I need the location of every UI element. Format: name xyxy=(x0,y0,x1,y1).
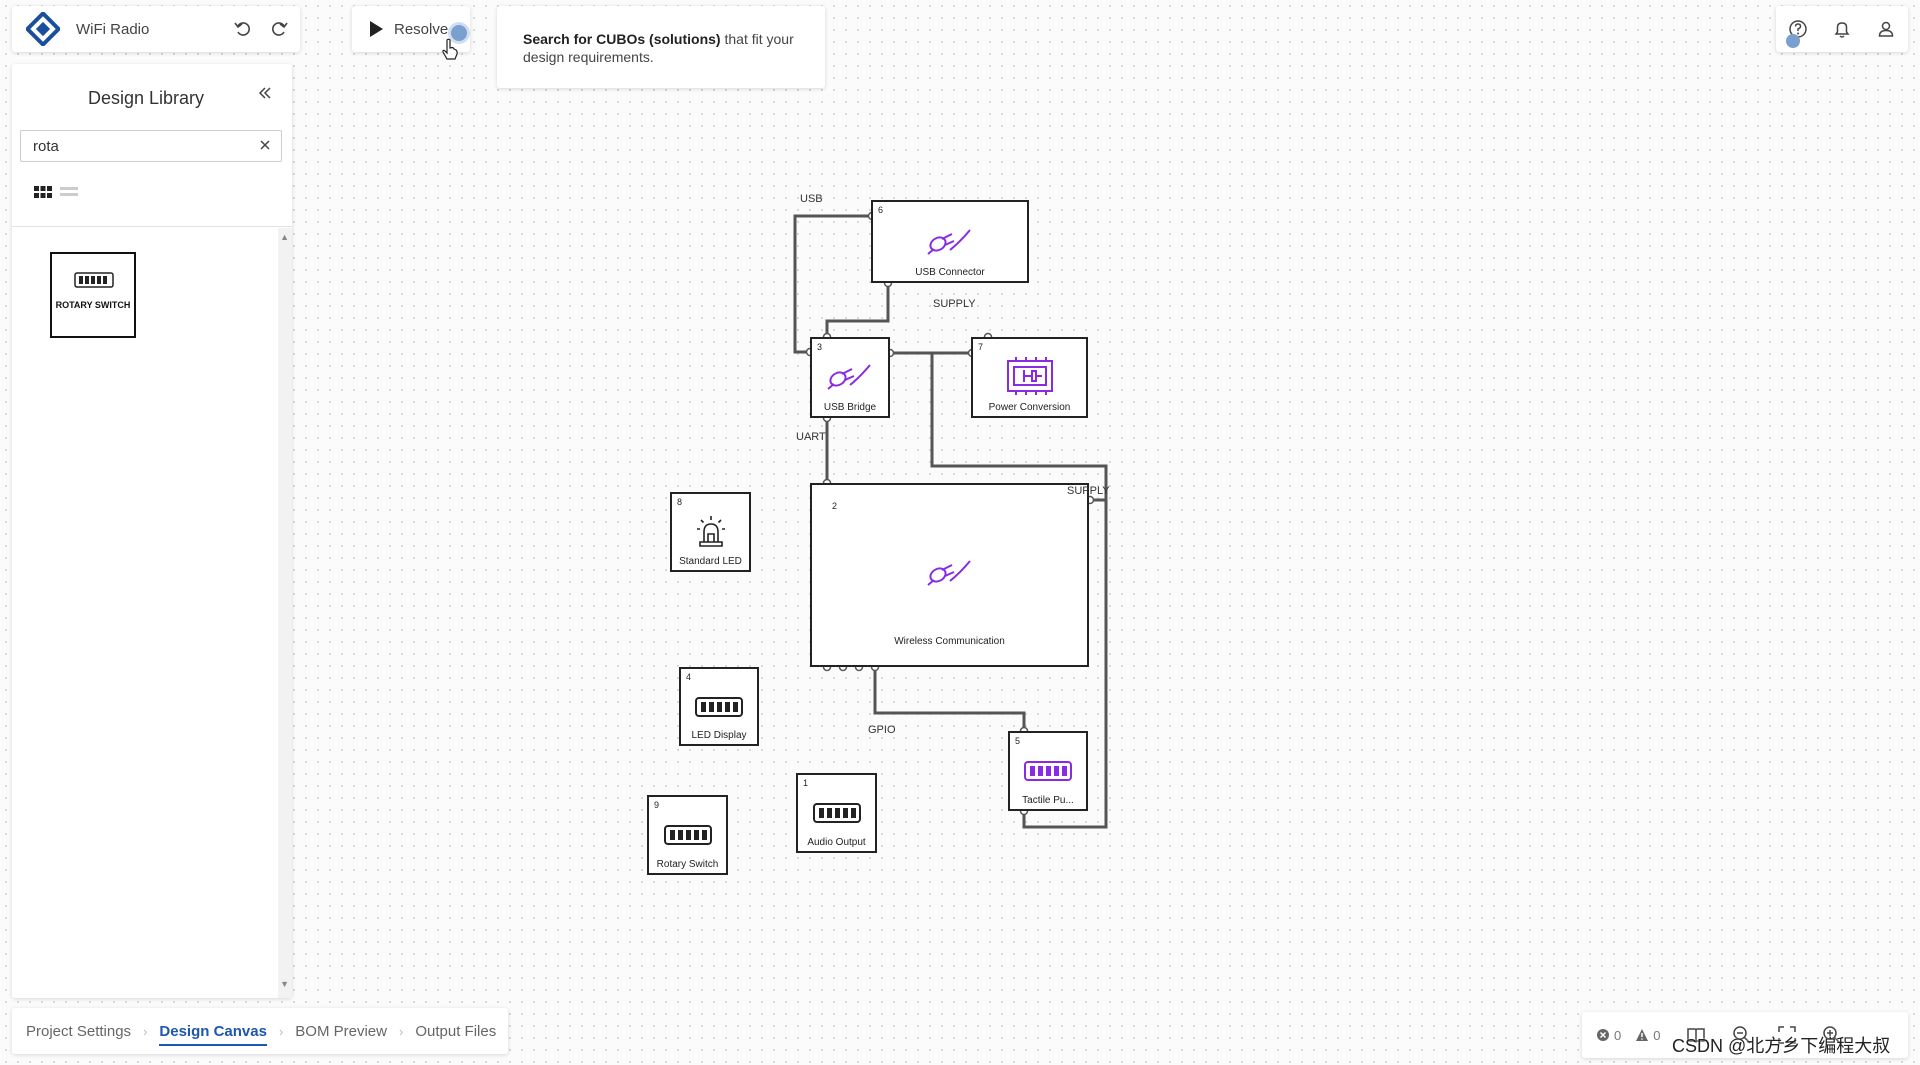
net-label-supply-top: SUPPLY xyxy=(933,298,976,310)
warning-icon xyxy=(1636,1029,1649,1041)
crumb-project-settings[interactable]: Project Settings xyxy=(26,1023,131,1040)
wire-usb[interactable] xyxy=(793,214,872,354)
connector-icon xyxy=(663,825,712,845)
block-audio-output[interactable]: 1 Audio Output xyxy=(796,773,877,853)
block-usb-connector[interactable]: 6 USB Connector xyxy=(871,200,1029,283)
net-label-gpio: GPIO xyxy=(868,724,896,736)
plug-icon xyxy=(926,560,971,586)
chip-icon xyxy=(1006,357,1053,395)
block-label: Wireless Communication xyxy=(894,636,1005,647)
chevron-right-icon: › xyxy=(143,1023,148,1039)
block-number: 8 xyxy=(677,497,683,507)
net-label-uart: UART xyxy=(796,431,826,443)
led-icon xyxy=(696,516,725,547)
block-number: 5 xyxy=(1015,736,1021,746)
chevron-right-icon: › xyxy=(398,1023,404,1039)
connector-icon xyxy=(695,697,743,717)
block-label: LED Display xyxy=(691,730,747,741)
block-number: 1 xyxy=(803,778,809,788)
connector-icon xyxy=(1024,761,1072,781)
plug-icon xyxy=(927,229,971,255)
block-number: 4 xyxy=(686,672,692,682)
block-power-conversion[interactable]: 7 Power Conversion xyxy=(971,337,1088,418)
crumb-bom-preview[interactable]: BOM Preview xyxy=(295,1023,387,1040)
block-label: USB Connector xyxy=(915,267,985,278)
net-label-usb: USB xyxy=(800,193,823,205)
block-number: 9 xyxy=(654,800,660,810)
connector-icon xyxy=(812,803,861,823)
block-rotary-switch[interactable]: 9 Rotary Switch xyxy=(647,795,728,875)
error-icon xyxy=(1597,1029,1609,1041)
block-tactile-push-button[interactable]: 5 Tactile Pu... xyxy=(1008,731,1088,811)
warning-count[interactable]: 0 xyxy=(1635,1028,1660,1043)
error-count[interactable]: 0 xyxy=(1596,1028,1621,1043)
block-label: Audio Output xyxy=(807,837,866,848)
block-usb-bridge[interactable]: 3 USB Bridge xyxy=(810,337,890,418)
warning-count-value: 0 xyxy=(1653,1027,1661,1043)
watermark-text: CSDN @北方乡下编程大叔 xyxy=(1672,1036,1891,1056)
block-label: Tactile Pu... xyxy=(1022,795,1074,806)
block-number: 6 xyxy=(878,205,884,215)
error-count-value: 0 xyxy=(1614,1027,1622,1043)
block-label: USB Bridge xyxy=(823,402,877,413)
block-label: Power Conversion xyxy=(988,402,1071,413)
chevron-right-icon: › xyxy=(278,1023,284,1039)
net-label-supply-right: SUPPLY xyxy=(1067,485,1110,497)
block-label: Rotary Switch xyxy=(656,859,719,870)
workflow-breadcrumb: Project Settings › Design Canvas › BOM P… xyxy=(12,1008,508,1054)
block-number: 2 xyxy=(832,501,838,511)
crumb-design-canvas[interactable]: Design Canvas xyxy=(159,1023,267,1046)
plug-icon xyxy=(827,364,871,390)
block-led-display[interactable]: 4 LED Display xyxy=(679,667,759,746)
block-number: 3 xyxy=(817,342,823,352)
wire-supply-top[interactable] xyxy=(825,283,890,337)
crumb-output-files[interactable]: Output Files xyxy=(415,1023,496,1040)
wire-gpio[interactable] xyxy=(873,667,1026,731)
block-standard-led[interactable]: 8 Standard LED xyxy=(670,492,751,572)
block-label: Standard LED xyxy=(679,556,742,567)
block-wireless-communication[interactable]: 2 Wireless Communication xyxy=(810,483,1089,667)
block-number: 7 xyxy=(978,342,984,352)
